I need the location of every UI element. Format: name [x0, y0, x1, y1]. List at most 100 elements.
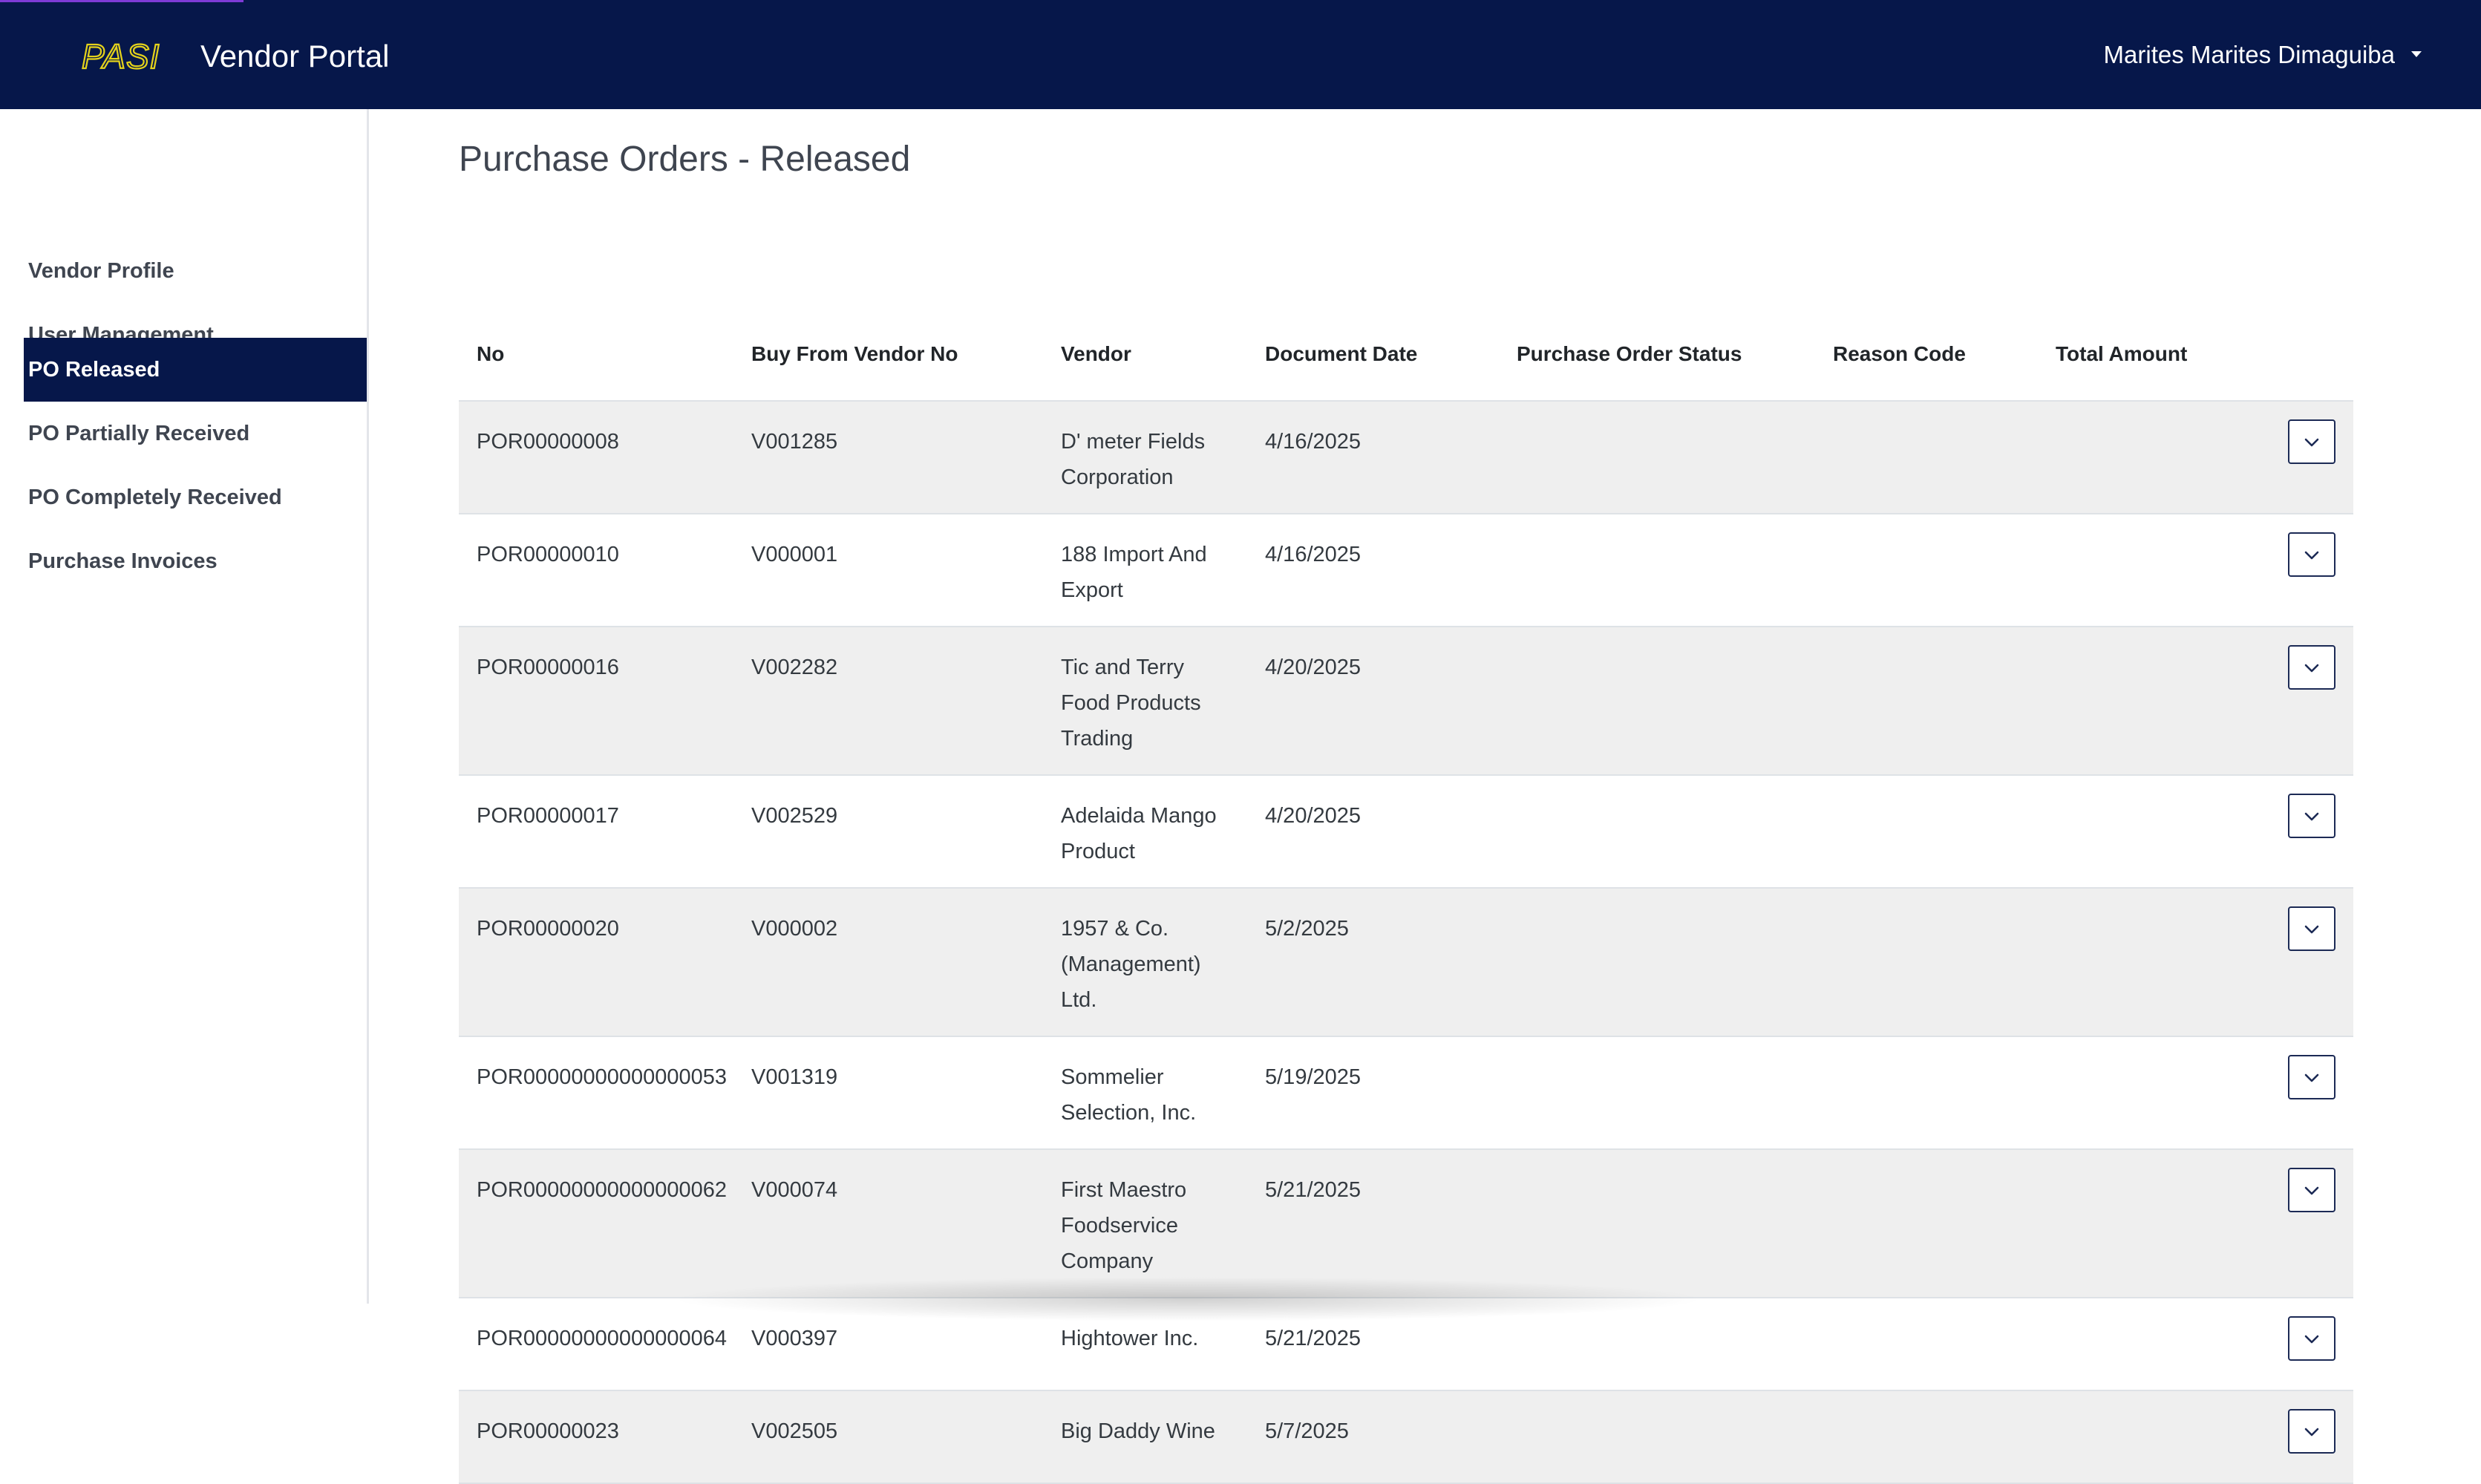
sidebar-item-po-released[interactable]: PO Released	[24, 338, 367, 402]
cell-reason-code	[1815, 401, 2038, 514]
cell-document-date: 4/16/2025	[1247, 514, 1499, 627]
chevron-down-icon	[2304, 1186, 2319, 1195]
cell-actions	[2261, 627, 2353, 776]
column-header-vendor[interactable]: Vendor	[1043, 308, 1247, 402]
cell-no: POR00000020	[459, 888, 733, 1037]
cell-status	[1499, 1390, 1815, 1484]
chevron-down-icon	[2304, 1428, 2319, 1436]
cell-document-date: 4/20/2025	[1247, 627, 1499, 776]
cell-total-amount	[2038, 1390, 2261, 1484]
cell-document-date: 4/16/2025	[1247, 401, 1499, 514]
cell-vendor-no: V002282	[733, 627, 1043, 776]
cell-no: POR00000000000000053	[459, 1036, 733, 1150]
cell-no: POR00000010	[459, 514, 733, 627]
column-header-purchase-order-status[interactable]: Purchase Order Status	[1499, 308, 1815, 402]
sidebar-item-vendor-profile[interactable]: Vendor Profile	[24, 239, 367, 303]
expand-row-button[interactable]	[2288, 1055, 2335, 1099]
cell-total-amount	[2038, 1036, 2261, 1150]
cell-reason-code	[1815, 1298, 2038, 1391]
table-row: POR00000023 V002505 Big Daddy Wine 5/7/2…	[459, 1390, 2353, 1484]
cell-reason-code	[1815, 1390, 2038, 1484]
cell-vendor: Sommelier Selection, Inc.	[1043, 1036, 1247, 1150]
cell-status	[1499, 888, 1815, 1037]
cell-reason-code	[1815, 1149, 2038, 1298]
expand-row-button[interactable]	[2288, 1316, 2335, 1361]
cell-actions	[2261, 1149, 2353, 1298]
logo-lettering: PASI	[82, 37, 160, 76]
cell-status	[1499, 401, 1815, 514]
caret-down-icon[interactable]	[2411, 51, 2422, 58]
cell-vendor: Adelaida Mango Product	[1043, 775, 1247, 889]
cell-vendor-no: V000074	[733, 1149, 1043, 1298]
cell-vendor: Big Daddy Wine	[1043, 1390, 1247, 1484]
cell-reason-code	[1815, 627, 2038, 776]
cell-document-date: 5/19/2025	[1247, 1036, 1499, 1150]
expand-row-button[interactable]	[2288, 906, 2335, 951]
cell-vendor: 1957 & Co. (Management) Ltd.	[1043, 888, 1247, 1037]
cell-total-amount	[2038, 627, 2261, 776]
cell-status	[1499, 627, 1815, 776]
chevron-down-icon	[2304, 438, 2319, 447]
table-row: POR00000000000000062 V000074 First Maest…	[459, 1149, 2353, 1298]
cell-status	[1499, 514, 1815, 627]
cell-vendor-no: V001319	[733, 1036, 1043, 1150]
cell-document-date: 4/20/2025	[1247, 775, 1499, 889]
cell-vendor: Tic and Terry Food Products Trading	[1043, 627, 1247, 776]
cell-total-amount	[2038, 514, 2261, 627]
expand-row-button[interactable]	[2288, 645, 2335, 690]
cell-total-amount	[2038, 401, 2261, 514]
column-header-reason-code[interactable]: Reason Code	[1815, 308, 2038, 402]
column-header-buy-from-vendor-no[interactable]: Buy From Vendor No	[733, 308, 1043, 402]
column-header-document-date[interactable]: Document Date	[1247, 308, 1499, 402]
page-title: Purchase Orders - Released	[459, 140, 911, 179]
cell-no: POR00000008	[459, 401, 733, 514]
cell-actions	[2261, 775, 2353, 889]
column-header-total-amount[interactable]: Total Amount	[2038, 308, 2261, 402]
scroll-shadow	[668, 1277, 1707, 1321]
cell-vendor-no: V002505	[733, 1390, 1043, 1484]
cell-document-date: 5/7/2025	[1247, 1390, 1499, 1484]
sidebar-item-purchase-invoices[interactable]: Purchase Invoices	[24, 529, 367, 593]
cell-actions	[2261, 514, 2353, 627]
company-logo[interactable]: PASI	[82, 37, 175, 76]
cell-actions	[2261, 888, 2353, 1037]
user-menu[interactable]: Marites Marites Dimaguiba	[2104, 33, 2422, 77]
cell-actions	[2261, 401, 2353, 514]
cell-document-date: 5/2/2025	[1247, 888, 1499, 1037]
expand-row-button[interactable]	[2288, 1168, 2335, 1212]
expand-row-button[interactable]	[2288, 419, 2335, 464]
top-navbar: PASI Vendor Portal Marites Marites Dimag…	[0, 0, 2481, 109]
cell-actions	[2261, 1390, 2353, 1484]
cell-reason-code	[1815, 888, 2038, 1037]
table-row: POR00000016 V002282 Tic and Terry Food P…	[459, 627, 2353, 776]
cell-vendor: D' meter Fields Corporation	[1043, 401, 1247, 514]
cell-vendor: 188 Import And Export	[1043, 514, 1247, 627]
cell-no: POR00000023	[459, 1390, 733, 1484]
chevron-down-icon	[2304, 1335, 2319, 1344]
user-name[interactable]: Marites Marites Dimaguiba	[2104, 41, 2395, 68]
table-row: POR00000010 V000001 188 Import And Expor…	[459, 514, 2353, 627]
cell-vendor-no: V000002	[733, 888, 1043, 1037]
cell-vendor-no: V001285	[733, 401, 1043, 514]
chevron-down-icon	[2304, 925, 2319, 934]
cell-total-amount	[2038, 1298, 2261, 1391]
cell-actions	[2261, 1036, 2353, 1150]
table-row: POR00000020 V000002 1957 & Co. (Manageme…	[459, 888, 2353, 1037]
expand-row-button[interactable]	[2288, 1409, 2335, 1454]
sidebar-item-po-partially-received[interactable]: PO Partially Received	[24, 402, 367, 465]
cell-total-amount	[2038, 775, 2261, 889]
cell-total-amount	[2038, 1149, 2261, 1298]
cell-vendor: First Maestro Foodservice Company	[1043, 1149, 1247, 1298]
loading-progress-bar	[0, 0, 243, 2]
chevron-down-icon	[2304, 551, 2319, 560]
cell-status	[1499, 775, 1815, 889]
expand-row-button[interactable]	[2288, 794, 2335, 838]
app-title[interactable]: Vendor Portal	[200, 34, 390, 79]
chevron-down-icon	[2304, 812, 2319, 821]
cell-status	[1499, 1149, 1815, 1298]
expand-row-button[interactable]	[2288, 532, 2335, 577]
cell-reason-code	[1815, 514, 2038, 627]
cell-no: POR00000016	[459, 627, 733, 776]
column-header-no[interactable]: No	[459, 308, 733, 402]
sidebar-item-po-completely-received[interactable]: PO Completely Received	[24, 465, 367, 529]
